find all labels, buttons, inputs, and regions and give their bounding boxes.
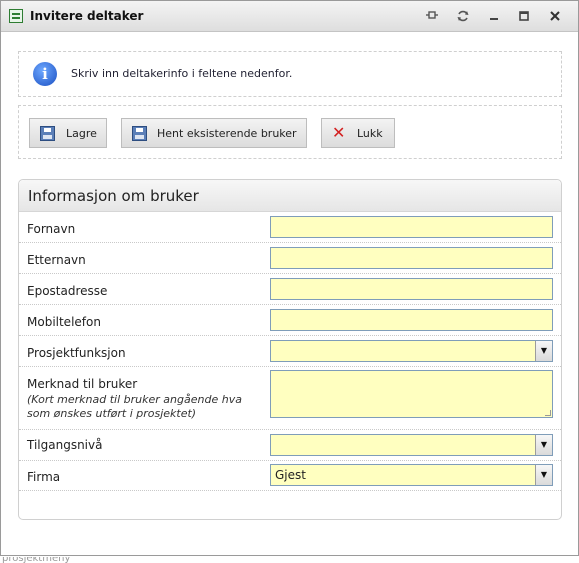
tilgang-select[interactable]: ▼ (270, 434, 553, 456)
info-panel: i Skriv inn deltakerinfo i feltene neden… (18, 51, 562, 97)
mobile-input[interactable] (270, 309, 553, 331)
mobil-label: Mobiltelefon (27, 315, 101, 329)
resize-handle-icon[interactable] (545, 410, 551, 416)
fornavn-input[interactable] (270, 216, 553, 238)
close-button-label: Lukk (357, 127, 383, 140)
fornavn-label: Fornavn (27, 222, 76, 236)
close-button[interactable]: ✕ Lukk (321, 118, 395, 148)
dialog-window: Invitere deltaker i Skriv inn deltakerin… (0, 0, 579, 556)
row-firma: Firma Gjest ▼ (19, 461, 561, 491)
merknad-label: Merknad til bruker (27, 377, 138, 391)
row-fornavn: Fornavn (19, 212, 561, 243)
save-button[interactable]: Lagre (29, 118, 107, 148)
user-info-form: Informasjon om bruker Fornavn Etternavn … (18, 179, 562, 520)
row-tilgang: Tilgangsnivå ▼ (19, 430, 561, 461)
info-message: Skriv inn deltakerinfo i feltene nedenfo… (71, 67, 293, 80)
merknad-label-group: Merknad til bruker (Kort merknad til bru… (27, 377, 263, 421)
epost-label: Epostadresse (27, 284, 108, 298)
disk-icon (40, 126, 55, 141)
status-text: prosjektmeny (2, 557, 71, 563)
prosjektfunksjon-select[interactable]: ▼ (270, 340, 553, 362)
firma-value: Gjest (275, 468, 306, 482)
prosjektfunksjon-label: Prosjektfunksjon (27, 346, 126, 360)
disk-icon (132, 126, 147, 141)
minimize-icon[interactable] (486, 8, 502, 24)
close-icon[interactable] (547, 8, 563, 24)
refresh-icon[interactable] (455, 8, 471, 24)
pin-icon[interactable] (424, 8, 440, 24)
row-merknad: Merknad til bruker (Kort merknad til bru… (19, 367, 561, 430)
form-icon (9, 9, 23, 23)
info-icon: i (33, 62, 57, 86)
fetch-button-label: Hent eksisterende bruker (157, 127, 297, 140)
fetch-existing-user-button[interactable]: Hent eksisterende bruker (121, 118, 307, 148)
status-bar: prosjektmeny (0, 557, 579, 563)
save-button-label: Lagre (66, 127, 97, 140)
etternavn-label: Etternavn (27, 253, 86, 267)
row-epost: Epostadresse (19, 274, 561, 305)
form-heading: Informasjon om bruker (28, 187, 199, 205)
maximize-icon[interactable] (516, 8, 532, 24)
chevron-down-icon[interactable]: ▼ (535, 341, 552, 361)
firma-label: Firma (27, 470, 61, 484)
etternavn-input[interactable] (270, 247, 553, 269)
email-input[interactable] (270, 278, 553, 300)
title-bar: Invitere deltaker (1, 1, 578, 32)
row-prosjektfunksjon: Prosjektfunksjon ▼ (19, 336, 561, 367)
button-toolbar: Lagre Hent eksisterende bruker ✕ Lukk (18, 105, 562, 159)
row-mobil: Mobiltelefon (19, 305, 561, 336)
tilgang-label: Tilgangsnivå (27, 438, 103, 452)
merknad-textarea[interactable] (270, 370, 553, 418)
merknad-hint: (Kort merknad til bruker angående hva so… (27, 393, 242, 420)
form-header: Informasjon om bruker (19, 180, 561, 212)
firma-select[interactable]: Gjest ▼ (270, 464, 553, 486)
row-etternavn: Etternavn (19, 243, 561, 274)
chevron-down-icon[interactable]: ▼ (535, 435, 552, 455)
window-title: Invitere deltaker (30, 9, 144, 23)
close-x-icon: ✕ (332, 123, 346, 142)
chevron-down-icon[interactable]: ▼ (535, 465, 552, 485)
